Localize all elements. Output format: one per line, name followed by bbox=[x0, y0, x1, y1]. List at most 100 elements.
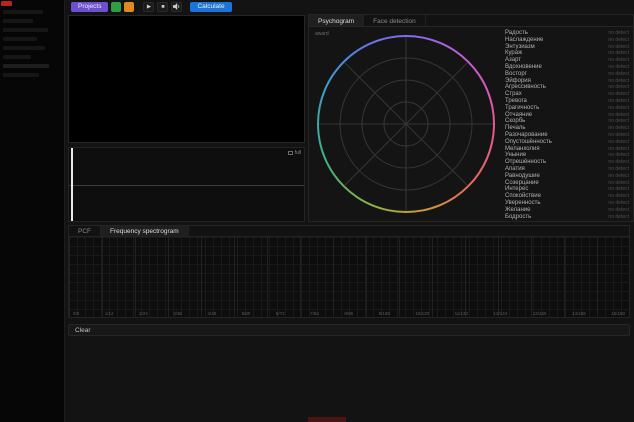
app-window: Projects ▶ ■ Calculate full Psychogram F… bbox=[0, 0, 634, 422]
emotion-row: Тревога no detect bbox=[505, 98, 629, 105]
axis-tick-label: 15/180 bbox=[611, 311, 625, 316]
orange-action-button[interactable] bbox=[124, 2, 134, 12]
toolbar: Projects ▶ ■ Calculate bbox=[65, 0, 634, 14]
tab-psychogram[interactable]: Psychogram bbox=[309, 15, 364, 26]
emotion-value: no detect bbox=[608, 146, 629, 152]
sidebar-item[interactable] bbox=[3, 10, 43, 14]
stop-button[interactable]: ■ bbox=[157, 2, 168, 12]
emotion-value: no detect bbox=[608, 71, 629, 77]
emotion-name: Энтузиазм bbox=[505, 44, 535, 50]
recording-indicator bbox=[1, 1, 12, 6]
volume-button[interactable] bbox=[171, 2, 182, 12]
axis-tick-label: 0/0 bbox=[73, 311, 79, 316]
emotion-value: no detect bbox=[608, 193, 629, 199]
waveform-panel[interactable]: full bbox=[68, 147, 305, 222]
emotion-value: no detect bbox=[608, 57, 629, 63]
projects-button[interactable]: Projects bbox=[71, 2, 108, 13]
emotion-row: Уныние no detect bbox=[505, 152, 629, 159]
emotion-row: Отрешённость no detect bbox=[505, 159, 629, 166]
emotion-name: Скорбь bbox=[505, 118, 525, 124]
axis-tick-label: 9/108 bbox=[379, 311, 390, 316]
emotion-value: no detect bbox=[608, 98, 629, 104]
emotion-value: no detect bbox=[608, 180, 629, 186]
bottom-red-indicator bbox=[308, 417, 346, 422]
emotion-name: Бодрость bbox=[505, 214, 531, 220]
emotion-row: Бодрость no detect bbox=[505, 214, 629, 221]
emotion-value: no detect bbox=[608, 214, 629, 220]
axis-tick-label: 1/12 bbox=[105, 311, 114, 316]
tab-frequency-spectrogram[interactable]: Frequency spectrogram bbox=[101, 226, 189, 236]
emotion-value: no detect bbox=[608, 125, 629, 131]
sidebar-item[interactable] bbox=[3, 55, 31, 59]
emotion-row: Желание no detect bbox=[505, 207, 629, 214]
emotion-row: Печаль no detect bbox=[505, 125, 629, 132]
video-preview bbox=[68, 15, 305, 143]
axis-tick-label: 2/24 bbox=[139, 311, 148, 316]
emotion-row: Страх no detect bbox=[505, 91, 629, 98]
emotion-value: no detect bbox=[608, 50, 629, 56]
emotion-value: no detect bbox=[608, 159, 629, 165]
emotion-name: Разочарование bbox=[505, 132, 548, 138]
green-action-button[interactable] bbox=[111, 2, 121, 12]
axis-tick-label: 8/96 bbox=[344, 311, 353, 316]
emotion-row: Апатия no detect bbox=[505, 166, 629, 173]
emotion-name: Отрешённость bbox=[505, 159, 546, 165]
play-button[interactable]: ▶ bbox=[143, 2, 154, 12]
axis-tick-label: 6/72 bbox=[276, 311, 285, 316]
calculate-button[interactable]: Calculate bbox=[190, 2, 231, 13]
emotion-name: Желание bbox=[505, 207, 530, 213]
speaker-icon bbox=[173, 3, 180, 10]
emotion-name: Эйфория bbox=[505, 78, 531, 84]
emotion-row: Трагичность no detect bbox=[505, 105, 629, 112]
sidebar-item[interactable] bbox=[3, 28, 48, 32]
psychogram-chart: award bbox=[309, 27, 503, 221]
emotion-value: no detect bbox=[608, 37, 629, 43]
axis-tick-label: 12/144 bbox=[493, 311, 507, 316]
axis-tick-label: 4/48 bbox=[207, 311, 216, 316]
spectrogram-tabbar: PCF Frequency spectrogram bbox=[68, 225, 630, 236]
axis-tick-label: 7/84 bbox=[310, 311, 319, 316]
emotion-row: Скорбь no detect bbox=[505, 118, 629, 125]
emotion-value: no detect bbox=[608, 200, 629, 206]
play-icon: ▶ bbox=[147, 4, 151, 10]
emotion-name: Спокойствие bbox=[505, 193, 541, 199]
emotion-name: Уверенность bbox=[505, 200, 540, 206]
sidebar-item[interactable] bbox=[3, 73, 39, 77]
waveform-baseline bbox=[69, 185, 304, 186]
emotion-row: Азарт no detect bbox=[505, 57, 629, 64]
emotion-value: no detect bbox=[608, 139, 629, 145]
emotion-row: Уверенность no detect bbox=[505, 200, 629, 207]
emotion-value: no detect bbox=[608, 132, 629, 138]
emotion-value: no detect bbox=[608, 186, 629, 192]
clear-button[interactable]: Clear bbox=[68, 324, 630, 336]
sidebar-item[interactable] bbox=[3, 64, 49, 68]
waveform-full-button[interactable]: full bbox=[288, 150, 301, 156]
psychogram-tabbar: Psychogram Face detection bbox=[309, 15, 633, 27]
sidebar-item[interactable] bbox=[3, 19, 33, 23]
axis-tick-label: 14/168 bbox=[572, 311, 586, 316]
emotion-name: Азарт bbox=[505, 57, 521, 63]
waveform-full-label: full bbox=[295, 150, 301, 156]
emotion-name: Трагичность bbox=[505, 105, 539, 111]
tab-face-detection[interactable]: Face detection bbox=[364, 15, 426, 26]
emotion-row: Восторг no detect bbox=[505, 71, 629, 78]
emotion-row: Радость no detect bbox=[505, 30, 629, 37]
sidebar-item[interactable] bbox=[3, 46, 45, 50]
emotion-value: no detect bbox=[608, 173, 629, 179]
sidebar bbox=[0, 0, 65, 422]
emotion-row: Опустошённость no detect bbox=[505, 139, 629, 146]
stop-icon: ■ bbox=[161, 4, 164, 10]
axis-tick-label: 11/132 bbox=[455, 311, 468, 316]
emotion-row: Агрессивность no detect bbox=[505, 84, 629, 91]
playhead[interactable] bbox=[71, 148, 73, 221]
emotion-name: Агрессивность bbox=[505, 84, 546, 90]
emotion-row: Спокойствие no detect bbox=[505, 193, 629, 200]
emotion-row: Кураж no detect bbox=[505, 50, 629, 57]
tab-pcf[interactable]: PCF bbox=[69, 226, 101, 236]
emotion-value: no detect bbox=[608, 44, 629, 50]
emotion-row: Наслаждение no detect bbox=[505, 37, 629, 44]
sidebar-item[interactable] bbox=[3, 37, 37, 41]
emotion-name: Радость bbox=[505, 30, 528, 36]
emotion-name: Вдохновение bbox=[505, 64, 542, 70]
emotion-name: Печаль bbox=[505, 125, 526, 131]
